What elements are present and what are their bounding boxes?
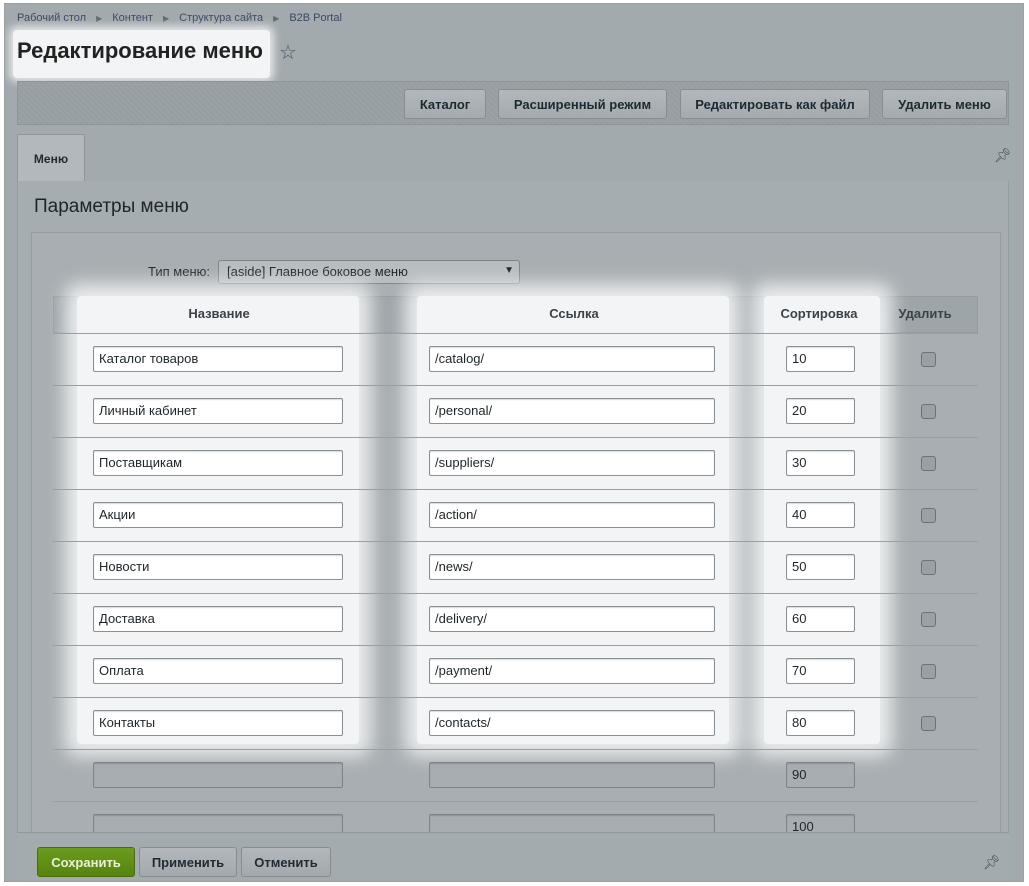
- star-outline-icon[interactable]: ☆: [279, 40, 297, 65]
- delete-checkbox[interactable]: [921, 664, 936, 679]
- menu-type-label: Тип меню:: [148, 264, 210, 279]
- menu-item-sort-input[interactable]: 10: [786, 346, 855, 372]
- breadcrumb-item[interactable]: B2B Portal: [289, 12, 342, 24]
- menu-item-name-input[interactable]: Контакты: [93, 710, 343, 736]
- menu-item-sort-input[interactable]: 50: [786, 554, 855, 580]
- menu-item-sort-input[interactable]: 20: [786, 398, 855, 424]
- row-divider: [53, 489, 978, 490]
- menu-item-sort-input[interactable]: 90: [786, 762, 855, 788]
- menu-item-link-input[interactable]: /delivery/: [429, 606, 715, 632]
- menu-type-value: [aside] Главное боковое меню: [227, 264, 408, 279]
- column-header-sort: Сортировка: [780, 306, 858, 321]
- menu-item-link-input[interactable]: /personal/: [429, 398, 715, 424]
- menu-item-name-input[interactable]: [93, 762, 343, 788]
- menu-item-link-input[interactable]: /news/: [429, 554, 715, 580]
- triangle-right-icon: ▶: [162, 13, 170, 23]
- triangle-right-icon: ▶: [96, 13, 103, 23]
- menu-item-sort-input[interactable]: 30: [786, 450, 855, 476]
- row-divider: [53, 437, 978, 438]
- toolbar: Каталог Расширенный режим Редактировать …: [17, 81, 1009, 125]
- row-divider: [53, 801, 978, 802]
- tab-bar: Меню 📌︎: [17, 134, 1012, 182]
- menu-item-sort-input[interactable]: 60: [786, 606, 855, 632]
- menu-item-name-input[interactable]: Оплата: [93, 658, 343, 684]
- menu-item-link-input[interactable]: /suppliers/: [429, 450, 715, 476]
- row-divider: [53, 593, 978, 594]
- menu-item-name-input[interactable]: Акции: [93, 502, 343, 528]
- menu-item-name-input[interactable]: Личный кабинет: [93, 398, 343, 424]
- menu-item-sort-input[interactable]: 40: [786, 502, 855, 528]
- menu-item-link-input[interactable]: /contacts/: [429, 710, 715, 736]
- menu-item-name-input[interactable]: Новости: [93, 554, 343, 580]
- edit-as-file-button[interactable]: Редактировать как файл: [680, 89, 870, 119]
- column-header-delete: Удалить: [898, 306, 952, 321]
- delete-menu-button[interactable]: Удалить меню: [882, 89, 1007, 119]
- delete-checkbox[interactable]: [921, 456, 936, 471]
- tab-menu[interactable]: Меню: [17, 134, 85, 182]
- delete-checkbox[interactable]: [921, 612, 936, 627]
- row-divider: [53, 749, 978, 750]
- form-footer: Сохранить Применить Отменить 📌︎: [17, 832, 1009, 881]
- delete-checkbox[interactable]: [921, 508, 936, 523]
- row-divider: [53, 541, 978, 542]
- breadcrumb-item[interactable]: Рабочий стол: [17, 12, 86, 24]
- menu-item-name-input[interactable]: Каталог товаров: [93, 346, 343, 372]
- delete-checkbox[interactable]: [921, 560, 936, 575]
- pin-icon[interactable]: 📌︎: [983, 854, 1001, 871]
- column-header-name: Название: [188, 306, 250, 321]
- breadcrumb: Рабочий стол ▶ Контент ▶ Структура сайта…: [17, 10, 342, 26]
- menu-item-name-input[interactable]: Поставщикам: [93, 450, 343, 476]
- menu-item-sort-input[interactable]: 70: [786, 658, 855, 684]
- catalog-button[interactable]: Каталог: [404, 89, 486, 119]
- page-frame: Рабочий стол ▶ Контент ▶ Структура сайта…: [4, 3, 1024, 882]
- row-divider: [53, 385, 978, 386]
- menu-item-name-input[interactable]: Доставка: [93, 606, 343, 632]
- menu-type-select[interactable]: [aside] Главное боковое меню ▼: [218, 260, 520, 284]
- save-button[interactable]: Сохранить: [37, 847, 135, 877]
- breadcrumb-item[interactable]: Контент: [112, 12, 153, 24]
- menu-item-link-input[interactable]: /action/: [429, 502, 715, 528]
- advanced-mode-button[interactable]: Расширенный режим: [498, 89, 667, 119]
- triangle-right-icon: ▶: [273, 13, 280, 23]
- menu-item-link-input[interactable]: /payment/: [429, 658, 715, 684]
- pin-icon[interactable]: 📌︎: [994, 147, 1012, 164]
- row-divider: [53, 697, 978, 698]
- page-title: Редактирование меню: [17, 38, 263, 63]
- apply-button[interactable]: Применить: [139, 847, 237, 877]
- column-header-link: Ссылка: [549, 306, 599, 321]
- section-title: Параметры меню: [34, 196, 189, 217]
- menu-settings-panel: Параметры меню Тип меню: [aside] Главное…: [17, 181, 1009, 852]
- breadcrumb-item[interactable]: Структура сайта: [179, 12, 263, 24]
- delete-checkbox[interactable]: [921, 716, 936, 731]
- menu-item-sort-input[interactable]: 80: [786, 710, 855, 736]
- triangle-down-icon: ▼: [504, 265, 514, 276]
- menu-item-link-input[interactable]: /catalog/: [429, 346, 715, 372]
- menu-item-link-input[interactable]: [429, 762, 715, 788]
- cancel-button[interactable]: Отменить: [241, 847, 331, 877]
- delete-checkbox[interactable]: [921, 352, 936, 367]
- delete-checkbox[interactable]: [921, 404, 936, 419]
- row-divider: [53, 333, 978, 334]
- row-divider: [53, 645, 978, 646]
